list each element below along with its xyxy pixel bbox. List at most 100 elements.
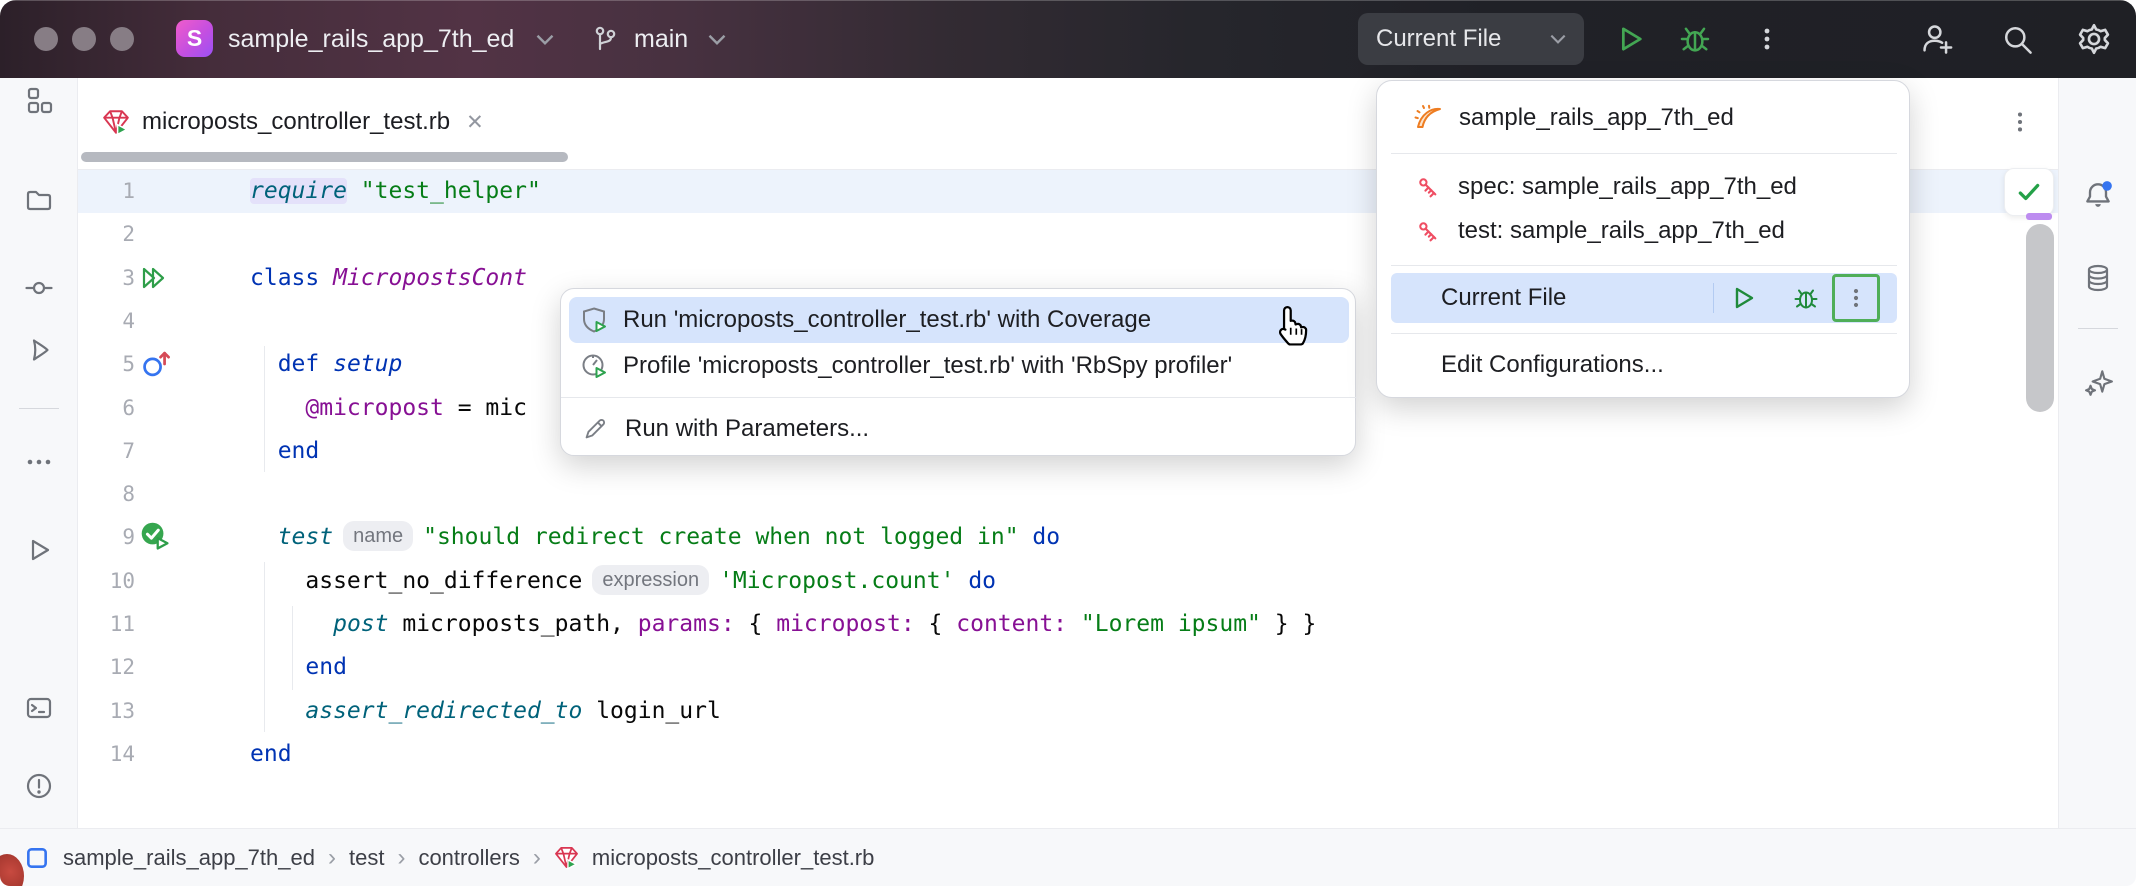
debug-button[interactable]	[1678, 22, 1712, 56]
traffic-light-zoom[interactable]	[110, 27, 134, 51]
run-config-dropdown: sample_rails_app_7th_ed spec: sample_rai…	[1376, 80, 1910, 398]
code-token: @micropost	[305, 395, 443, 421]
menu-item-run-with-parameters[interactable]: Run with Parameters...	[569, 407, 1349, 451]
inlay-hint: name	[343, 521, 413, 551]
run-all-gutter-icon[interactable]	[140, 262, 174, 296]
problems-icon[interactable]	[17, 764, 61, 808]
tab-close-icon[interactable]: ✕	[466, 110, 484, 135]
run-context-menu: Run 'microposts_controller_test.rb' with…	[560, 288, 1356, 456]
run-config-item-edit-configurations[interactable]: Edit Configurations...	[1391, 343, 1897, 387]
code-text: end	[305, 646, 347, 689]
breadcrumb-separator: ›	[533, 844, 541, 872]
traffic-light-close[interactable]	[34, 27, 58, 51]
debug-button[interactable]	[1791, 283, 1821, 313]
module-icon	[24, 845, 50, 871]
traffic-light-minimize[interactable]	[72, 27, 96, 51]
code-text: end	[250, 733, 292, 776]
code-token: require	[250, 178, 347, 204]
ruby-file-icon	[102, 108, 130, 136]
notifications-icon[interactable]	[2076, 173, 2120, 217]
code-token: end	[305, 654, 347, 680]
tool-window-stripe-left	[0, 78, 78, 828]
run-icon[interactable]	[17, 528, 61, 572]
run-button[interactable]	[1612, 22, 1646, 56]
code-token: {	[915, 611, 957, 637]
line-number: 14	[78, 733, 135, 776]
code-line[interactable]: 10assert_no_differenceexpression'Micropo…	[78, 560, 2058, 603]
chevron-down-icon	[708, 34, 726, 45]
pull-requests-icon[interactable]	[17, 328, 61, 372]
run-config-selector[interactable]: Current File	[1358, 13, 1584, 65]
more-run-actions-button[interactable]	[1832, 274, 1880, 322]
commit-icon[interactable]	[17, 266, 61, 310]
code-token: end	[250, 741, 292, 767]
more-icon[interactable]	[17, 440, 61, 484]
breadcrumb-test[interactable]: test	[349, 845, 384, 871]
breadcrumb-separator: ›	[397, 844, 405, 872]
code-line[interactable]: 14 end	[78, 733, 2058, 776]
inspections-widget[interactable]	[2004, 168, 2054, 216]
code-token: "test_helper"	[361, 178, 541, 204]
code-token: end	[278, 438, 320, 464]
project-name[interactable]: sample_rails_app_7th_ed	[228, 0, 514, 78]
code-text: assert_no_differenceexpression'Micropost…	[305, 560, 996, 603]
code-text: post microposts_path, params: { micropos…	[333, 603, 1316, 646]
code-token: do	[968, 568, 996, 594]
code-line[interactable]: 8	[78, 473, 2058, 516]
code-line[interactable]: 9testname"should redirect create when no…	[78, 516, 2058, 559]
code-line[interactable]: 11 post microposts_path, params: { microp…	[78, 603, 2058, 646]
run-config-item-spec[interactable]: spec: sample_rails_app_7th_ed	[1391, 165, 1897, 209]
breadcrumb-controllers[interactable]: controllers	[418, 845, 519, 871]
code-token: setup	[333, 351, 402, 377]
code-token: MicropostsCont	[333, 265, 527, 291]
inlay-hint: expression	[592, 565, 709, 595]
line-number: 11	[78, 603, 135, 646]
breadcrumb-project[interactable]: sample_rails_app_7th_ed	[63, 845, 315, 871]
database-icon[interactable]	[2076, 256, 2120, 300]
terminal-icon[interactable]	[17, 686, 61, 730]
override-gutter-icon[interactable]	[140, 348, 174, 382]
editor-scrollbar[interactable]	[2026, 224, 2054, 412]
code-token: test	[278, 524, 333, 550]
code-token	[347, 178, 361, 204]
code-text: def setup	[278, 343, 403, 386]
menu-item-run-with-coverage[interactable]: Run 'microposts_controller_test.rb' with…	[569, 297, 1349, 343]
line-number: 2	[78, 213, 135, 256]
stripe-divider	[2078, 328, 2118, 329]
ai-assistant-icon[interactable]	[2076, 360, 2120, 404]
project-folder-icon[interactable]	[17, 178, 61, 222]
more-actions-kebab-icon[interactable]	[1752, 24, 1782, 54]
code-token: do	[1032, 524, 1060, 550]
search-icon[interactable]	[2000, 22, 2034, 56]
code-line[interactable]: 12 end	[78, 646, 2058, 689]
hand-cursor	[1268, 300, 1314, 350]
line-number: 12	[78, 646, 135, 689]
line-number: 9	[78, 516, 135, 559]
breadcrumb-file[interactable]: microposts_controller_test.rb	[592, 845, 874, 871]
menu-item-label: Run 'microposts_controller_test.rb' with…	[623, 306, 1151, 334]
code-token: micropost:	[776, 611, 914, 637]
run-config-item-current-file[interactable]: Current File	[1391, 273, 1897, 323]
run-config-item-rails[interactable]: sample_rails_app_7th_ed	[1391, 95, 1897, 141]
menu-item-profile[interactable]: Profile 'microposts_controller_test.rb' …	[569, 343, 1349, 389]
menu-item-label: Edit Configurations...	[1441, 351, 1664, 379]
breadcrumb-bar: sample_rails_app_7th_ed › test › control…	[0, 828, 2136, 886]
test-passed-gutter-icon[interactable]	[140, 521, 174, 555]
tab-label: microposts_controller_test.rb	[142, 108, 450, 136]
branch-name[interactable]: main	[634, 0, 688, 78]
coverage-shield-icon	[579, 305, 609, 335]
code-token: = mic	[444, 395, 527, 421]
line-number: 13	[78, 690, 135, 733]
menu-divider	[1391, 153, 1897, 154]
code-line[interactable]: 13assert_redirected_to login_url	[78, 690, 2058, 733]
structure-icon[interactable]	[17, 78, 61, 122]
code-with-me-add-user-icon[interactable]	[1920, 22, 1954, 56]
ruby-file-icon	[554, 845, 579, 870]
tab-options-kebab-icon[interactable]	[2006, 108, 2034, 136]
run-config-item-test[interactable]: test: sample_rails_app_7th_ed	[1391, 209, 1897, 253]
code-token	[1067, 611, 1081, 637]
settings-gear-icon[interactable]	[2076, 21, 2112, 57]
run-button[interactable]	[1727, 283, 1757, 313]
rails-icon	[1413, 103, 1443, 133]
line-number: 8	[78, 473, 135, 516]
